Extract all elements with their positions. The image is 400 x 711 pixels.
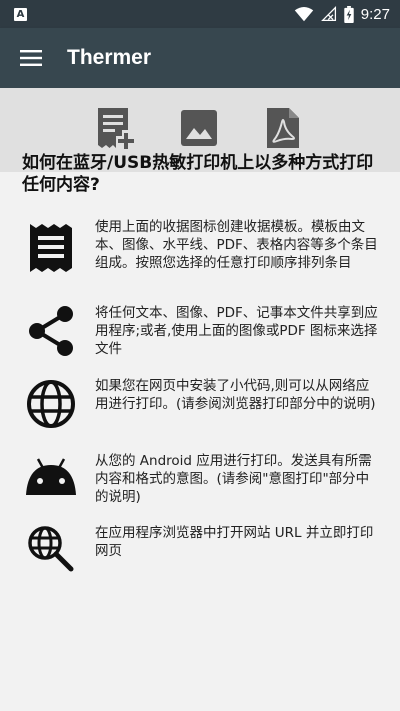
list-item-text: 如果您在网页中安装了小代码,则可以从网络应用进行打印。(请参阅浏览器打印部分中的…	[95, 378, 376, 412]
receipt-icon	[30, 224, 72, 272]
globe-icon	[27, 380, 75, 428]
status-bar-right: 9:27	[294, 5, 390, 23]
receipt-add-icon	[98, 108, 134, 149]
list-item-icon	[24, 377, 78, 431]
app-title: Thermer	[67, 46, 152, 69]
status-bar: A 9:27	[0, 0, 400, 28]
list-item-icon	[24, 221, 78, 275]
hamburger-menu-icon	[20, 50, 42, 66]
status-time: 9:27	[360, 5, 390, 23]
wifi-icon	[294, 7, 313, 22]
list-item-text: 在应用程序浏览器中打开网站 URL 并立即打印网页	[95, 525, 374, 559]
pick-pdf-button[interactable]	[261, 106, 305, 150]
list-item-text: 从您的 Android 应用进行打印。发送具有所需内容和格式的意图。(请参阅"意…	[95, 453, 372, 505]
list-item-text: 使用上面的收据图标创建收据模板。模板由文本、图像、水平线、PDF、表格内容等多个…	[95, 219, 378, 271]
image-icon	[181, 110, 217, 146]
share-icon	[29, 306, 73, 356]
status-bar-left: A	[14, 7, 27, 21]
app-bar: Thermer	[0, 28, 400, 88]
help-content: 如何在蓝牙/USB热敏打印机上以多种方式打印任何内容? 使用上面的收据图标创建收…	[0, 152, 400, 572]
battery-charging-icon	[344, 5, 354, 23]
list-item-icon	[24, 450, 78, 504]
create-receipt-button[interactable]	[94, 106, 138, 150]
signal-off-icon	[320, 6, 336, 22]
web-search-icon	[28, 526, 74, 572]
list-item-icon	[24, 522, 78, 576]
list-item-icon	[24, 304, 78, 358]
pick-image-button[interactable]	[177, 106, 221, 150]
menu-button[interactable]	[19, 46, 43, 70]
list-item-text: 将任何文本、图像、PDF、记事本文件共享到应用程序;或者,使用上面的图像或PDF…	[95, 305, 378, 357]
help-heading: 如何在蓝牙/USB热敏打印机上以多种方式打印任何内容?	[22, 153, 374, 195]
pdf-file-icon	[267, 108, 299, 148]
android-icon	[26, 458, 76, 495]
notification-a-icon: A	[14, 7, 27, 21]
